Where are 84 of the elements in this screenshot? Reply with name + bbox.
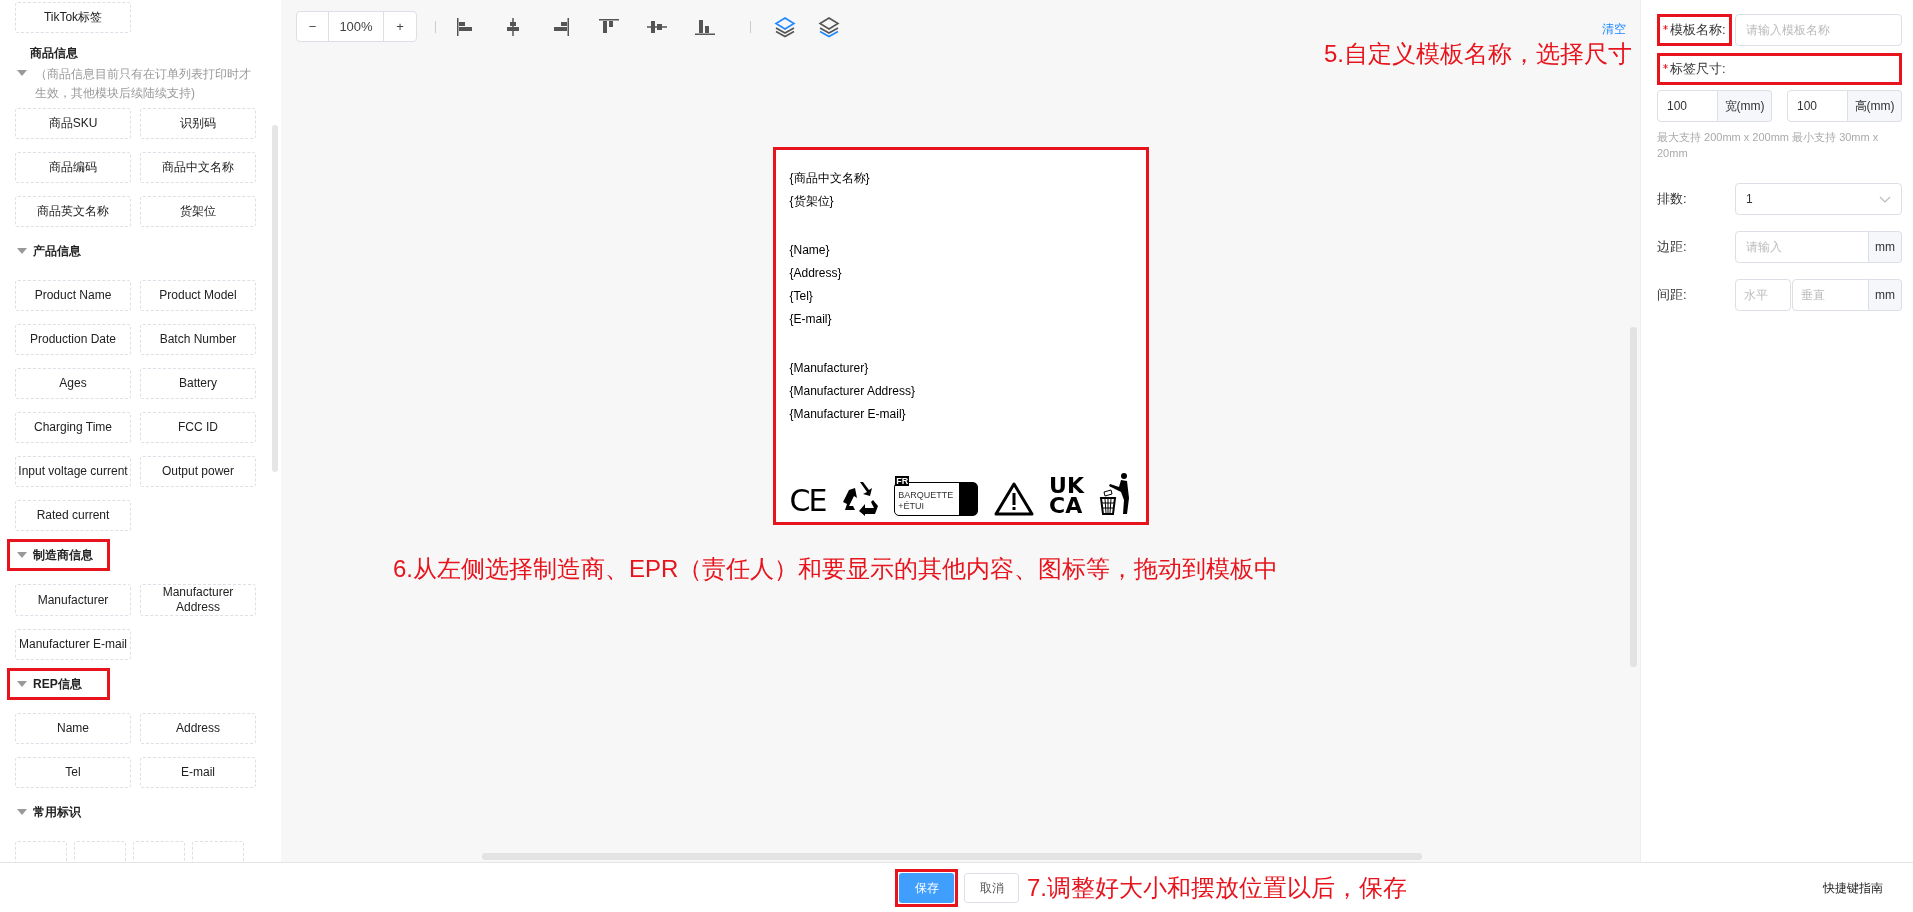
field-tile[interactable]: Product Name [15, 280, 131, 311]
caret-icon[interactable] [17, 247, 27, 255]
field-label: 边距: [1657, 238, 1687, 257]
field-tile[interactable]: Output power [140, 456, 256, 487]
horizontal-spacing-field[interactable]: 水平 [1735, 279, 1791, 311]
number-field[interactable]: 100 [1657, 90, 1718, 122]
field-tile[interactable]: E-mail [140, 757, 256, 788]
chevron-down-icon [1879, 195, 1891, 203]
cancel-button[interactable]: 取消 [964, 872, 1019, 903]
label-field[interactable]: {Manufacturer E-mail} [789, 406, 1136, 422]
field-label: 标签尺寸: [1670, 60, 1726, 79]
field-label: 排数: [1657, 190, 1687, 209]
country-code: FR [895, 476, 910, 486]
warning-icon [993, 482, 1034, 516]
zoom-in-button[interactable]: + [384, 12, 416, 41]
section-title: 商品信息 [29, 45, 79, 62]
required-icon [1663, 63, 1668, 69]
zoom-out-button[interactable]: − [297, 12, 329, 41]
caret-icon[interactable] [17, 808, 27, 816]
bring-to-front-icon[interactable] [773, 14, 797, 39]
field-tile[interactable]: Tel [15, 757, 131, 788]
label-field[interactable]: {商品中文名称} [789, 170, 1136, 186]
field-tile[interactable]: 货架位 [140, 196, 256, 227]
section-header[interactable]: 制造商信息 [7, 539, 110, 571]
field-tile[interactable]: Batch Number [140, 324, 256, 355]
unit-label: mm [1869, 279, 1902, 311]
field-tile[interactable]: Manufacturer Address [140, 584, 256, 616]
field-tile[interactable]: 商品编码 [15, 152, 131, 183]
label-field[interactable]: {货架位} [789, 193, 1136, 209]
ukca-mark: UK CA [1049, 476, 1084, 516]
label-field[interactable]: {E-mail} [789, 311, 1136, 327]
field-tile[interactable]: Rated current [15, 500, 131, 531]
field-tile[interactable]: Manufacturer [15, 584, 131, 616]
template-name-field[interactable]: 请输入模板名称 [1735, 14, 1902, 46]
field-tile[interactable]: Manufacturer E-mail [15, 629, 131, 660]
label-field[interactable]: {Address} [789, 265, 1136, 281]
field-tile[interactable]: 识别码 [140, 108, 256, 139]
litter-bin-icon [1099, 472, 1132, 516]
field-tile[interactable]: Production Date [15, 324, 131, 355]
caret-icon[interactable] [17, 680, 27, 688]
ce-mark: CE [789, 486, 826, 516]
field-tile[interactable]: Charging Time [15, 412, 131, 443]
size-hint: 最大支持 200mm x 200mm 最小支持 30mm x 20mm [1657, 130, 1880, 161]
badge-text: BARQUETTE [898, 490, 954, 501]
recycle-icon [840, 480, 879, 516]
caret-icon[interactable] [17, 69, 27, 77]
label-field[interactable]: {Name} [789, 242, 1136, 258]
field-tile[interactable]: Address [140, 713, 256, 744]
field-tile[interactable]: Name [15, 713, 131, 744]
field-tile[interactable]: 商品SKU [15, 108, 131, 139]
required-icon [1663, 24, 1668, 30]
label-field[interactable]: {Manufacturer Address} [789, 383, 1136, 399]
annotation-text: 7.调整好大小和摆放位置以后，保存 [1027, 872, 1407, 903]
badge-text: +ÉTUI [898, 501, 925, 512]
field-tile[interactable]: 商品中文名称 [140, 152, 256, 183]
field-tile[interactable]: Product Model [140, 280, 256, 311]
unit-label: 高(mm) [1848, 90, 1902, 122]
zoom-level: 100% [329, 12, 384, 41]
section-header[interactable]: 产品信息 [7, 235, 110, 267]
unit-label: mm [1869, 231, 1902, 263]
caret-icon[interactable] [17, 551, 27, 559]
margin-field[interactable]: 请输入 [1735, 231, 1869, 263]
field-tile[interactable]: TikTok标签 [15, 2, 131, 33]
field-tile[interactable]: Ages [15, 368, 131, 399]
rows-select[interactable]: 1 [1735, 183, 1902, 215]
field-tile[interactable]: Input voltage current [15, 456, 131, 487]
vertical-spacing-field[interactable]: 垂直 [1792, 279, 1869, 311]
section-note: （商品信息目前只有在订单列表打印时才生效，其他模块后续陆续支持) [35, 66, 252, 102]
shortcuts-link[interactable]: 快捷键指南 [1823, 878, 1883, 897]
field-tile[interactable]: FCC ID [140, 412, 256, 443]
field-tile[interactable]: 商品英文名称 [15, 196, 131, 227]
field-tile[interactable]: Battery [140, 368, 256, 399]
field-label: 模板名称: [1670, 21, 1726, 40]
unit-label: 宽(mm) [1718, 90, 1772, 122]
label-field[interactable]: {Manufacturer} [789, 360, 1136, 376]
section-header[interactable]: 常用标识 [7, 796, 110, 828]
send-to-back-icon[interactable] [817, 14, 841, 39]
number-field[interactable]: 100 [1787, 90, 1848, 122]
annotation-text: 5.自定义模板名称，选择尺寸 [1324, 39, 1632, 69]
scrollbar-thumb[interactable] [272, 125, 278, 472]
annotation-text: 6.从左侧选择制造商、EPR（责任人）和要显示的其他内容、图标等，拖动到模板中 [393, 554, 1280, 584]
field-label: 间距: [1657, 286, 1687, 305]
section-header[interactable]: REP信息 [7, 668, 110, 700]
label-field[interactable]: {Tel} [789, 288, 1136, 304]
